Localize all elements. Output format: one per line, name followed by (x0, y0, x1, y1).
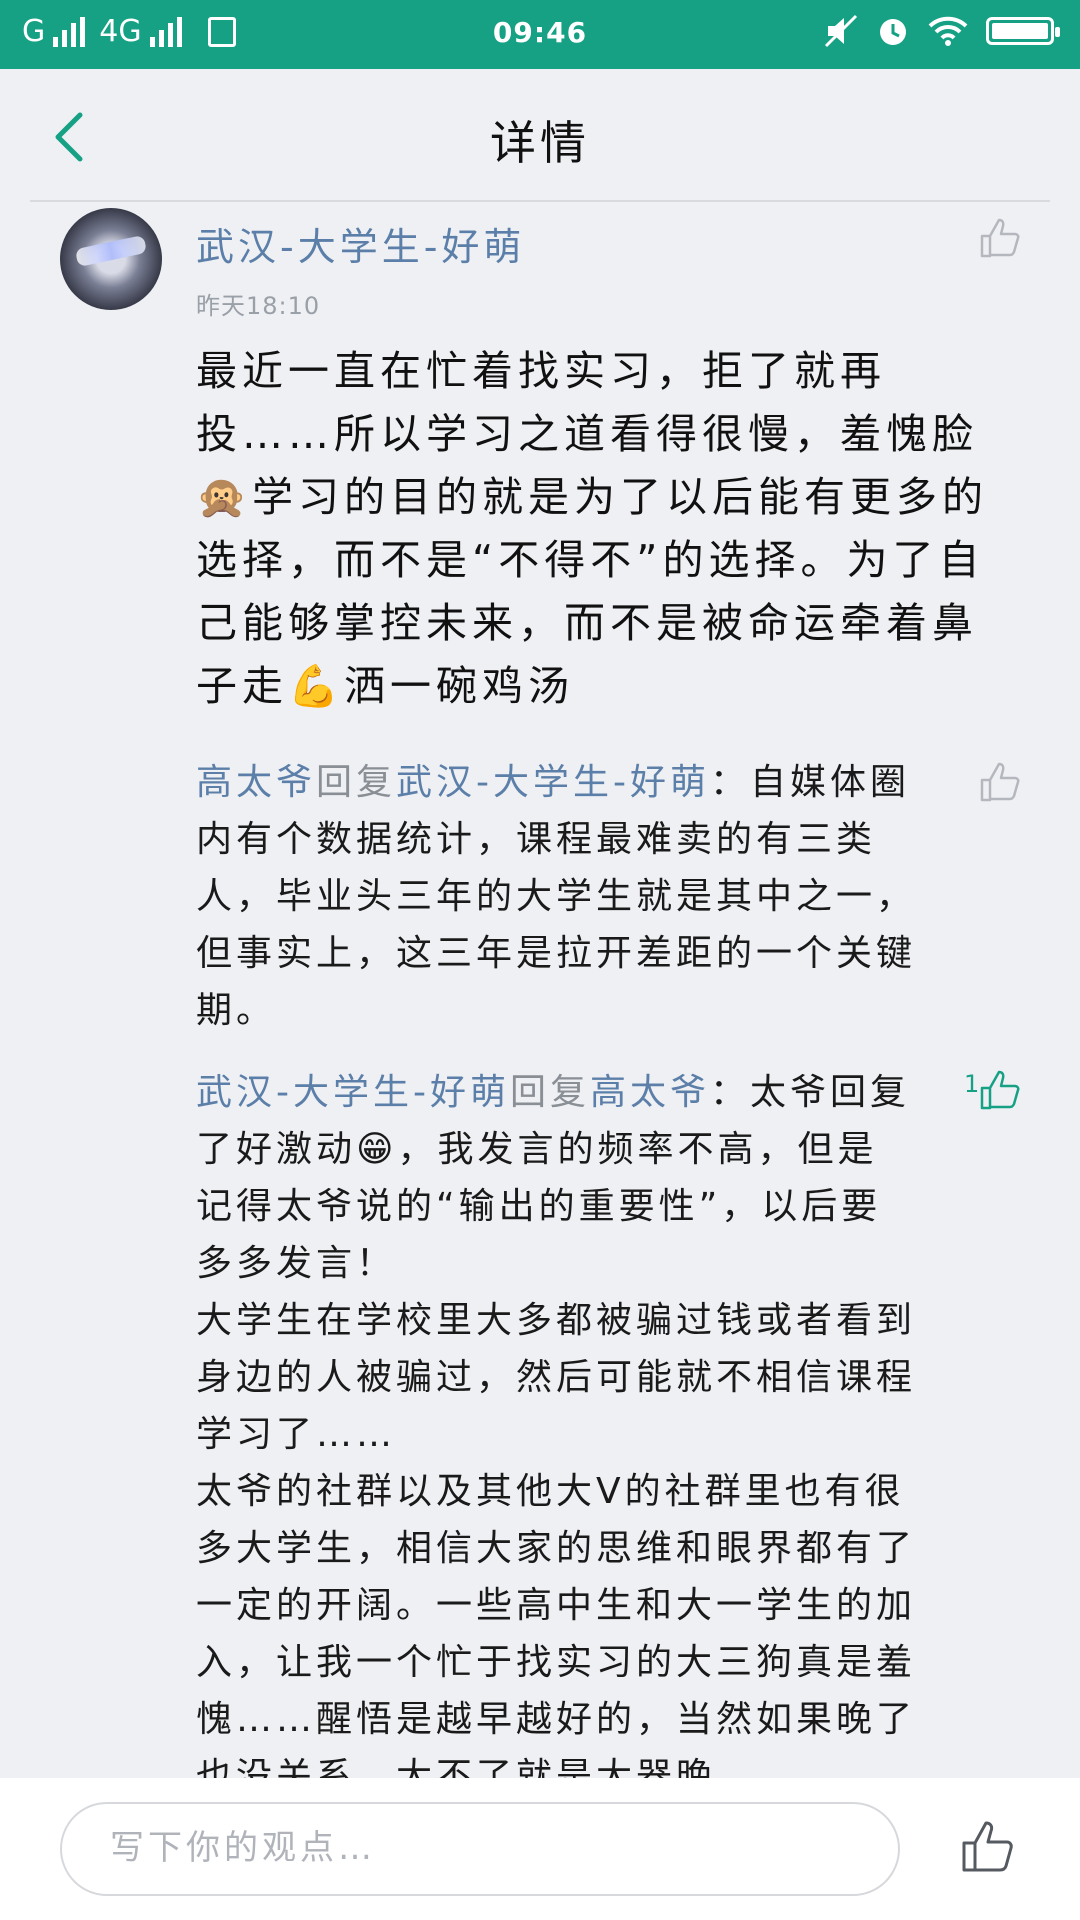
comment-like-count: 1 (964, 1070, 980, 1098)
reply-word: 回复 (316, 762, 397, 803)
post-time: 昨天18:10 (196, 292, 321, 320)
comment-like-button[interactable] (978, 760, 1022, 804)
comment-item[interactable]: 高太爷回复武汉-大学生-好萌：自媒体圈内有个数据统计，课程最难卖的有三类人，毕业… (196, 754, 916, 1039)
thumbs-up-icon (980, 762, 1020, 802)
comment-reply-target[interactable]: 高太爷 (590, 1072, 710, 1113)
wifi-icon (928, 16, 968, 46)
avatar[interactable] (60, 208, 162, 310)
thumbs-up-icon (962, 1821, 1013, 1872)
comment-input[interactable] (108, 1804, 872, 1892)
alarm-icon (880, 19, 906, 45)
thumbs-up-icon (980, 1070, 1020, 1110)
thumbs-up-icon (980, 218, 1020, 258)
comment-paragraph: 太爷的社群以及其他大V的社群里也有很多大学生，相信大家的思维和眼界都有了一定的开… (196, 1471, 917, 1778)
like-button[interactable] (960, 1818, 1016, 1874)
comment-reply-target[interactable]: 武汉-大学生-好萌 (396, 762, 710, 803)
comment-item[interactable]: 武汉-大学生-好萌回复高太爷：太爷回复了好激动😁，我发言的频率不高，但是记得太爷… (196, 1064, 916, 1778)
header: 详情 (0, 69, 1080, 201)
status-right (824, 14, 1060, 48)
comment-text: 武汉-大学生-好萌回复高太爷：太爷回复了好激动😁，我发言的频率不高，但是记得太爷… (196, 1064, 916, 1292)
reply-word: 回复 (509, 1072, 590, 1113)
comment-paragraph: 大学生在学校里大多都被骗过钱或者看到身边的人被骗过，然后可能就不相信课程学习了…… (196, 1300, 917, 1455)
comment-author[interactable]: 高太爷 (196, 762, 316, 803)
comment-author[interactable]: 武汉-大学生-好萌 (196, 1072, 510, 1113)
comment-like-button[interactable] (978, 1068, 1022, 1112)
post-body: 最近一直在忙着找实习，拒了就再投……所以学习之道看得很慢，羞愧脸🙊学习的目的就是… (196, 347, 989, 710)
bottom-bar (0, 1778, 1080, 1920)
mute-icon (824, 14, 858, 48)
battery-icon (986, 17, 1060, 45)
detail-content[interactable]: 武汉-大学生-好萌 昨天18:10 最近一直在忙着找实习，拒了就再投……所以学习… (0, 202, 1080, 1778)
page-title: 详情 (490, 116, 590, 170)
post-author[interactable]: 武汉-大学生-好萌 (196, 216, 525, 271)
post-like-button[interactable] (978, 216, 1022, 260)
comment-input-wrapper[interactable] (60, 1802, 900, 1896)
comment-text: 高太爷回复武汉-大学生-好萌：自媒体圈内有个数据统计，课程最难卖的有三类人，毕业… (196, 754, 916, 1039)
status-bar: G 4G 09:46 (0, 0, 1080, 69)
